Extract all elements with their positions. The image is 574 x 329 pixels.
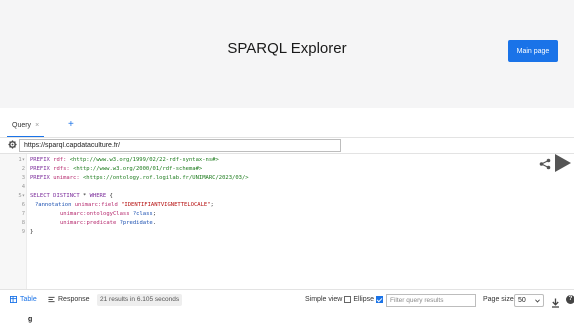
- app-header: SPARQL Explorer Main page: [0, 0, 574, 108]
- response-view-tab[interactable]: Response: [48, 296, 90, 303]
- results-column-header[interactable]: g: [28, 316, 32, 323]
- gear-icon[interactable]: [8, 140, 17, 151]
- endpoint-url-input[interactable]: [19, 139, 341, 152]
- line-number: 8: [21, 220, 25, 226]
- download-icon[interactable]: [551, 295, 560, 313]
- tab-query[interactable]: Query ×: [7, 118, 45, 138]
- query-tabs: Query × +: [0, 118, 574, 138]
- table-view-tab[interactable]: Table: [10, 296, 37, 303]
- table-view-label: Table: [20, 296, 37, 303]
- simple-view-checkbox[interactable]: [344, 296, 352, 303]
- add-tab-button[interactable]: +: [68, 119, 74, 130]
- endpoint-row: [0, 139, 574, 153]
- line-number: 9: [21, 229, 25, 235]
- result-count-badge: 21 results in 6.105 seconds: [97, 294, 183, 306]
- download-icon-svg: [552, 298, 559, 308]
- line-number: 5▾: [18, 193, 25, 199]
- page-size-value: 50: [518, 297, 526, 304]
- code-line: unimarc:ontologyClass ?class;: [60, 211, 157, 217]
- code-line: unimarc:predicate ?predidate.: [60, 220, 157, 226]
- code-line: PREFIX rdfs: <http://www.w3.org/2000/01/…: [30, 166, 203, 172]
- line-number: 3: [21, 175, 25, 181]
- query-editor[interactable]: 1▾ 2 3 4 5▾ 6 7 8 9 PREFIX rdf: <http://…: [0, 153, 574, 290]
- tab-query-label: Query: [12, 122, 32, 129]
- filter-results-input[interactable]: [386, 294, 476, 307]
- view-options: Simple view Ellipse: [305, 296, 383, 303]
- line-number: 4: [21, 184, 25, 190]
- code-line: PREFIX rdf: <http://www.w3.org/1999/02/2…: [30, 157, 219, 163]
- response-view-label: Response: [58, 296, 90, 303]
- response-icon: [48, 296, 55, 303]
- run-query-icon-svg: [555, 154, 571, 172]
- tabs-divider: [0, 137, 574, 138]
- page-title: SPARQL Explorer: [227, 40, 347, 57]
- line-number: 2: [21, 166, 25, 172]
- line-number: 6: [21, 202, 25, 208]
- ellipse-label: Ellipse: [353, 296, 374, 303]
- line-number: 1▾: [18, 157, 25, 163]
- share-icon-svg: [539, 158, 551, 170]
- code-line: SELECT DISTINCT * WHERE {: [30, 193, 113, 199]
- code-line: ?annotation unimarc:field "IDENTIFIANTVI…: [35, 202, 214, 208]
- code-line: }: [30, 229, 34, 235]
- simple-view-label: Simple view: [305, 296, 343, 303]
- share-icon[interactable]: [539, 157, 551, 175]
- close-tab-icon[interactable]: ×: [35, 122, 39, 136]
- main-page-button[interactable]: Main page: [508, 40, 558, 62]
- line-number-gutter: 1▾ 2 3 4 5▾ 6 7 8 9: [0, 154, 27, 289]
- page-size-select[interactable]: 50: [514, 294, 544, 307]
- run-query-icon[interactable]: [554, 153, 572, 178]
- table-icon: [10, 296, 17, 303]
- page-size-label: Page size:: [483, 296, 516, 303]
- help-icon[interactable]: ?: [566, 295, 574, 304]
- chevron-down-icon: [535, 298, 540, 303]
- results-toolbar: Table Response 21 results in 6.105 secon…: [0, 292, 574, 310]
- ellipse-checkbox[interactable]: [375, 296, 383, 303]
- gear-icon-svg: [8, 140, 17, 149]
- code-line: PREFIX unimarc: <https://ontology.rof.lo…: [30, 175, 249, 181]
- line-number: 7: [21, 211, 25, 217]
